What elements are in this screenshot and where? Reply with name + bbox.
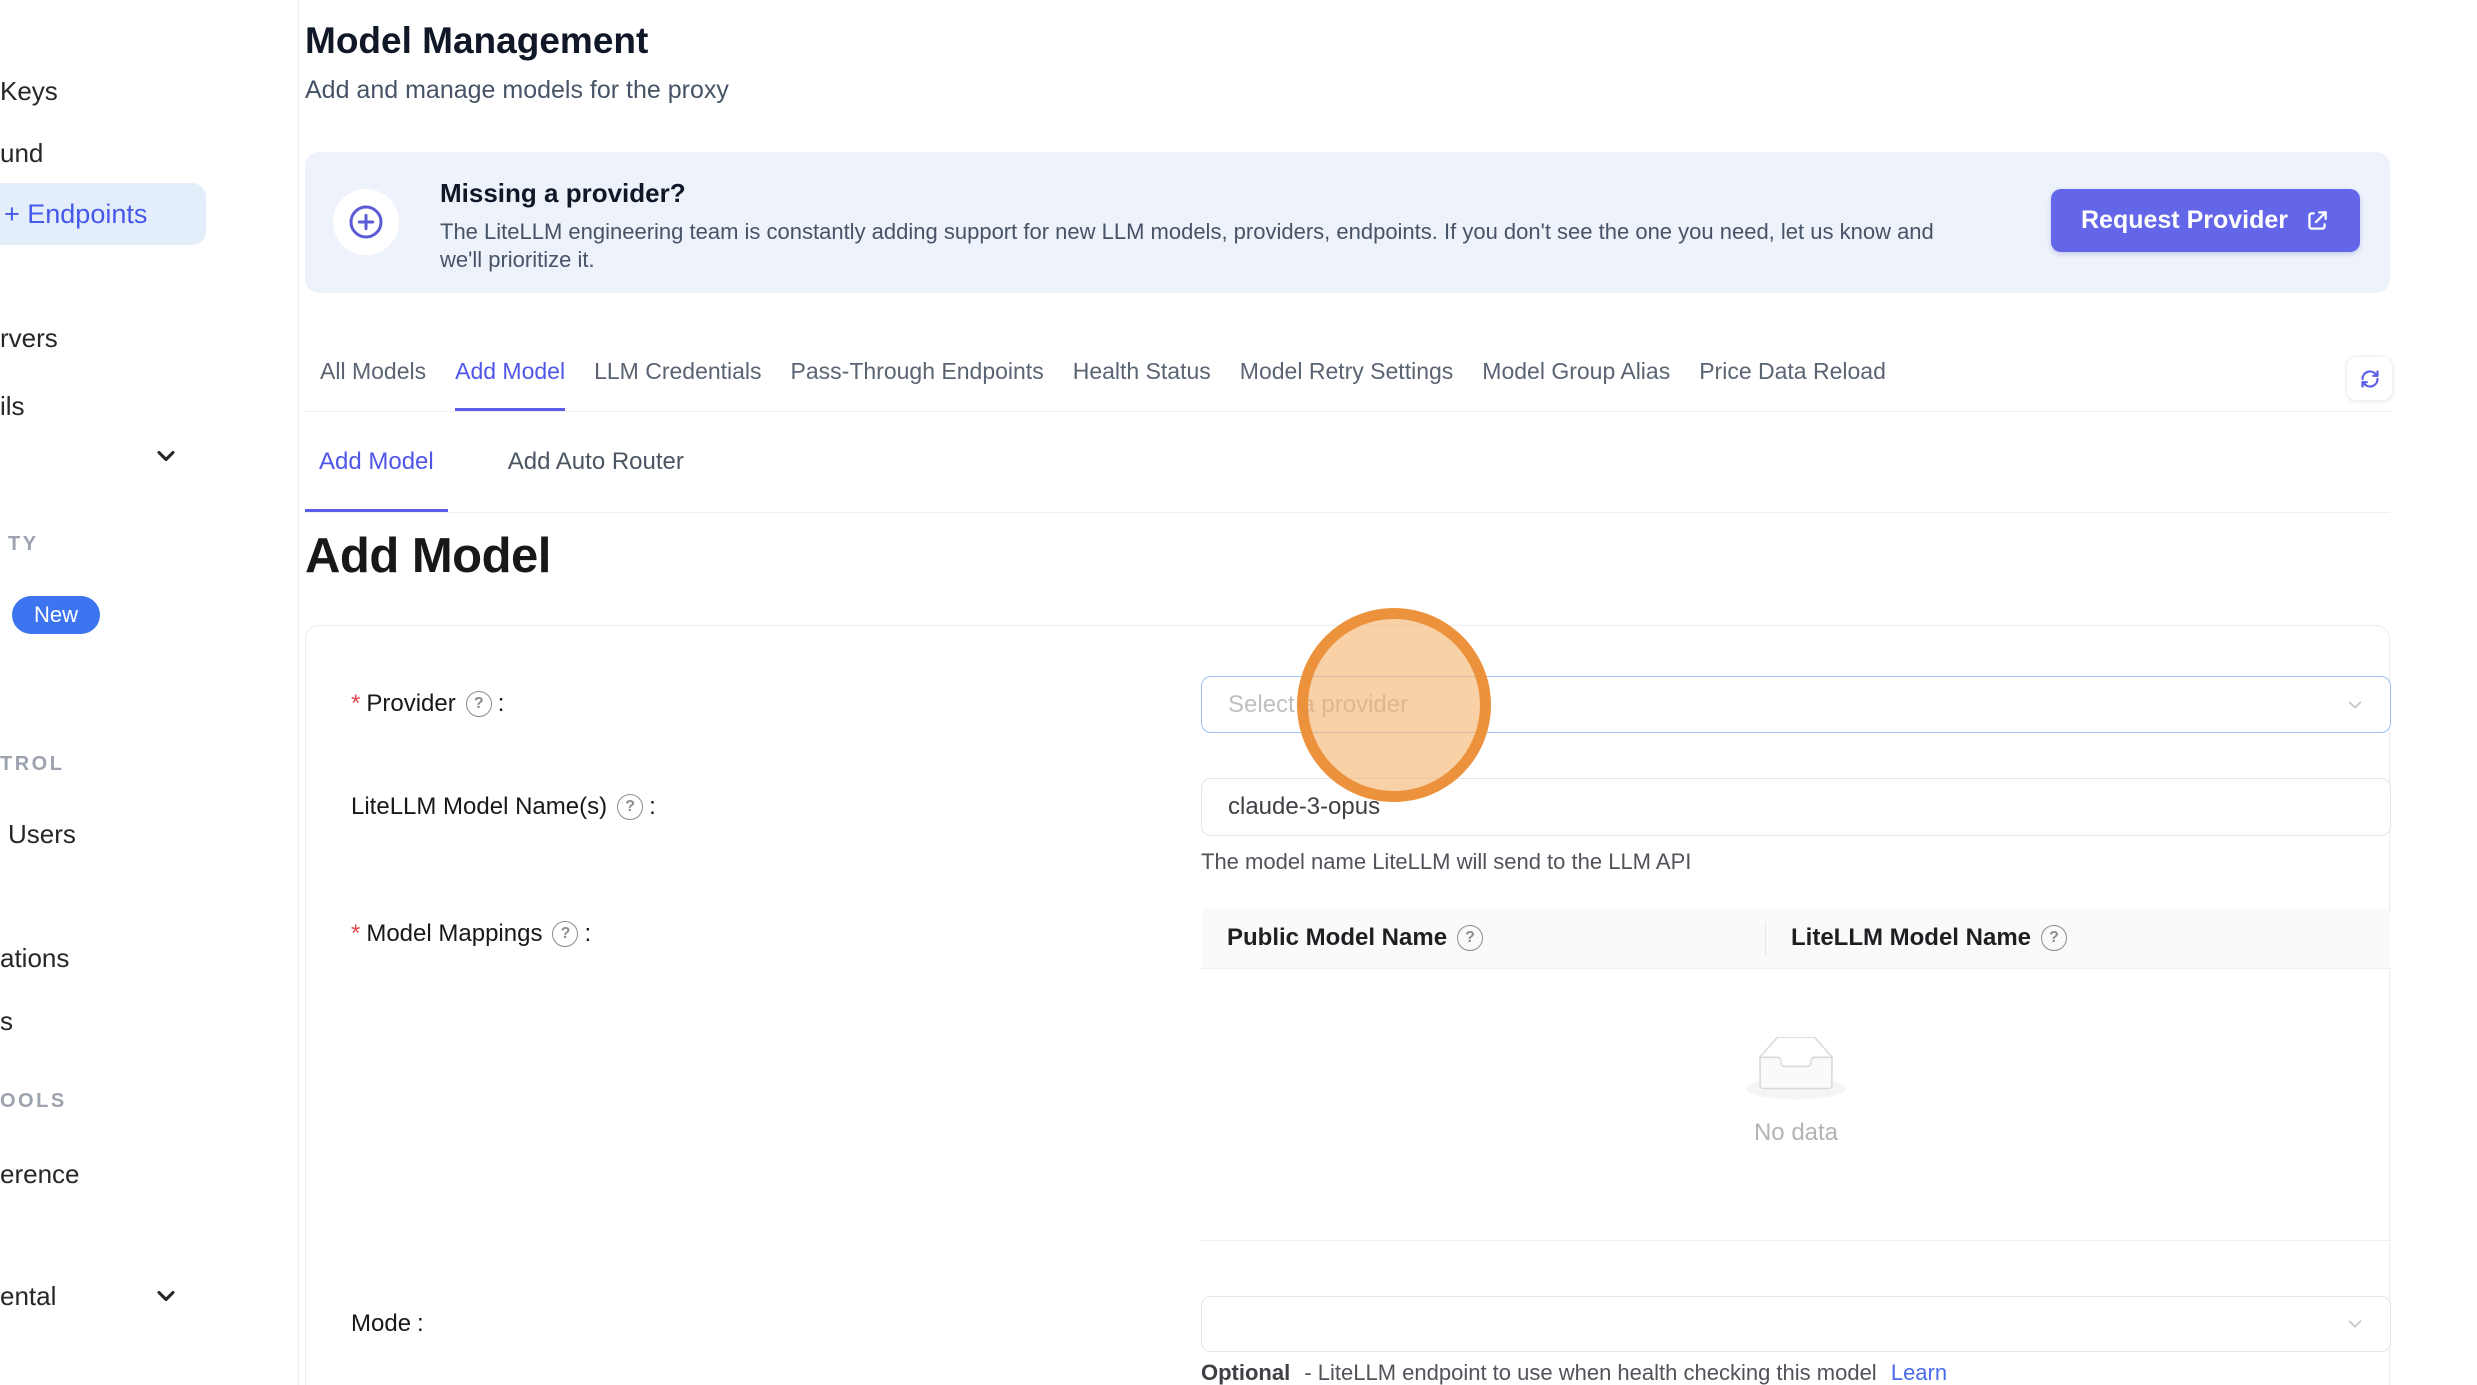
- sidebar-item-users[interactable]: Users: [8, 818, 76, 850]
- help-icon[interactable]: ?: [617, 794, 643, 820]
- mappings-table-header: Public Model Name ? LiteLLM Model Name ?: [1201, 908, 2391, 969]
- model-mappings-label: * Model Mappings ? :: [351, 919, 591, 949]
- sidebar-item-label: + Endpoints: [4, 199, 147, 230]
- mode-select[interactable]: [1201, 1296, 2391, 1352]
- sidebar-item-s[interactable]: s: [0, 1005, 13, 1037]
- provider-placeholder: Select a provider: [1228, 691, 1408, 719]
- tab-add-model[interactable]: Add Model: [455, 356, 565, 411]
- sidebar-section-label: TY: [8, 532, 39, 556]
- tab-model-group-alias[interactable]: Model Group Alias: [1482, 356, 1670, 411]
- chevron-down-icon[interactable]: [152, 442, 180, 470]
- tab-all-models[interactable]: All Models: [320, 356, 426, 411]
- sidebar-item-guardrails[interactable]: ils: [0, 390, 25, 422]
- subtab-add-auto-router[interactable]: Add Auto Router: [494, 446, 698, 512]
- empty-inbox-icon: [1746, 1037, 1846, 1101]
- refresh-icon: [2358, 367, 2382, 391]
- column-public-model-name: Public Model Name ?: [1201, 908, 1765, 968]
- request-provider-label: Request Provider: [2081, 206, 2288, 235]
- sidebar-section-label: TROL: [0, 752, 64, 776]
- sidebar-item-reference[interactable]: erence: [0, 1158, 80, 1190]
- add-model-form-card: * Provider ? : Select a provider LiteLLM…: [305, 625, 2390, 1385]
- model-name-label: LiteLLM Model Name(s) ? :: [351, 792, 656, 822]
- add-model-subtabs: Add Model Add Auto Router: [305, 446, 2390, 513]
- help-icon[interactable]: ?: [1457, 925, 1483, 951]
- required-asterisk: *: [351, 689, 360, 719]
- mode-helper: Optional - LiteLLM endpoint to use when …: [1201, 1359, 1947, 1385]
- chevron-down-icon[interactable]: [152, 1282, 180, 1310]
- help-icon[interactable]: ?: [2041, 925, 2067, 951]
- model-name-value: claude-3-opus: [1228, 793, 1380, 821]
- sidebar-item-passthrough-endpoints[interactable]: + Endpoints: [0, 183, 206, 245]
- chevron-down-icon: [2344, 694, 2366, 716]
- sidebar-item-playground[interactable]: und: [0, 137, 43, 169]
- page-title: Model Management: [305, 20, 648, 62]
- column-divider: [1765, 922, 1766, 955]
- banner-text-line2: we'll prioritize it.: [440, 246, 595, 274]
- provider-select[interactable]: Select a provider: [1201, 676, 2391, 733]
- plus-circle-icon: [333, 189, 399, 255]
- tab-health-status[interactable]: Health Status: [1073, 356, 1211, 411]
- mode-helper-optional: Optional: [1201, 1360, 1290, 1385]
- model-name-helper: The model name LiteLLM will send to the …: [1201, 848, 1691, 876]
- new-badge: New: [12, 596, 100, 634]
- provider-label: * Provider ? :: [351, 689, 504, 719]
- mode-helper-text: - LiteLLM endpoint to use when health ch…: [1304, 1360, 1876, 1385]
- column-litellm-model-name: LiteLLM Model Name ?: [1765, 908, 2360, 968]
- model-tabs: All Models Add Model LLM Credentials Pas…: [305, 356, 2390, 412]
- request-provider-button[interactable]: Request Provider: [2051, 189, 2360, 252]
- chevron-down-icon: [2344, 1313, 2366, 1335]
- page-subtitle: Add and manage models for the proxy: [305, 76, 729, 105]
- no-data-text: No data: [1754, 1119, 1838, 1147]
- page: Keys und + Endpoints rvers ils TY New TR…: [0, 0, 2477, 1385]
- help-icon[interactable]: ?: [552, 921, 578, 947]
- mode-label: Mode :: [351, 1309, 424, 1339]
- sidebar-item-experimental[interactable]: ental: [0, 1280, 56, 1312]
- sidebar-item-keys[interactable]: Keys: [0, 75, 58, 107]
- sidebar-section-label: OOLS: [0, 1089, 67, 1113]
- missing-provider-banner: Missing a provider? The LiteLLM engineer…: [305, 152, 2390, 293]
- tab-pass-through-endpoints[interactable]: Pass-Through Endpoints: [791, 356, 1044, 411]
- add-model-heading: Add Model: [305, 528, 551, 584]
- refresh-button[interactable]: [2346, 356, 2393, 401]
- sidebar-item-servers[interactable]: rvers: [0, 322, 58, 354]
- tab-llm-credentials[interactable]: LLM Credentials: [594, 356, 761, 411]
- external-link-icon: [2304, 208, 2330, 234]
- subtab-add-model[interactable]: Add Model: [305, 446, 448, 512]
- sidebar-item-organizations[interactable]: ations: [0, 942, 69, 974]
- tab-model-retry-settings[interactable]: Model Retry Settings: [1240, 356, 1453, 411]
- model-mappings-table: Public Model Name ? LiteLLM Model Name ?: [1201, 908, 2391, 1241]
- banner-text-line1: The LiteLLM engineering team is constant…: [440, 218, 1934, 246]
- help-icon[interactable]: ?: [466, 691, 492, 717]
- learn-more-link[interactable]: Learn: [1891, 1360, 1947, 1385]
- tab-price-data-reload[interactable]: Price Data Reload: [1699, 356, 1886, 411]
- litellm-model-name-input[interactable]: claude-3-opus: [1201, 778, 2391, 836]
- mappings-empty-state: No data: [1201, 969, 2391, 1241]
- banner-title: Missing a provider?: [440, 178, 686, 209]
- sidebar: Keys und + Endpoints rvers ils TY New TR…: [0, 0, 299, 1385]
- required-asterisk: *: [351, 919, 360, 949]
